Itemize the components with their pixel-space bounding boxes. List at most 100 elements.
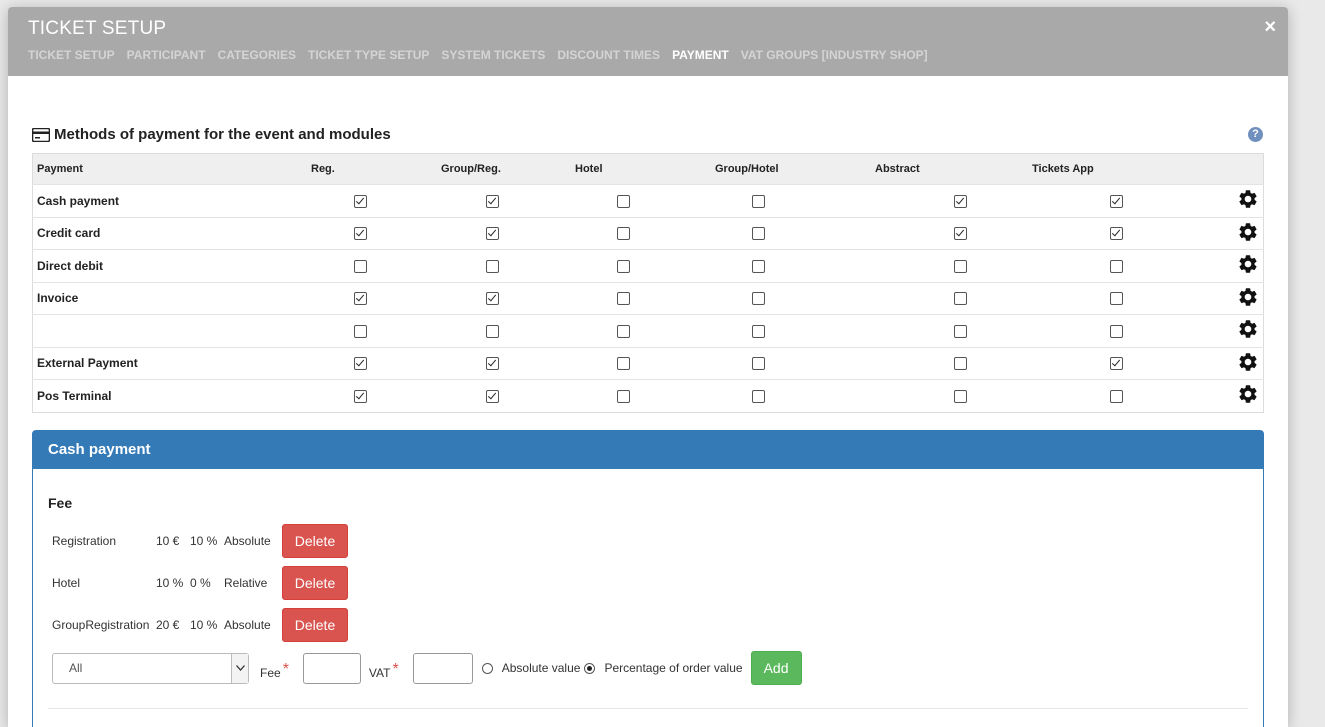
fee-heading: Fee [48, 495, 73, 511]
checkbox-tickets-app[interactable] [1110, 227, 1123, 241]
payment-method-name: Direct debit [32, 249, 311, 282]
tab-system-tickets[interactable]: SYSTEM TICKETS [441, 48, 545, 62]
fee-input[interactable] [302, 652, 361, 684]
checkbox-reg[interactable] [354, 292, 367, 306]
checkbox-cell [441, 281, 575, 315]
checkbox-tickets-app[interactable] [1110, 292, 1123, 306]
checkbox-abstract[interactable] [954, 357, 967, 371]
column-header: Abstract [875, 153, 1032, 185]
checkbox-tickets-app[interactable] [1110, 389, 1123, 403]
checkbox-abstract[interactable] [954, 227, 967, 241]
checkbox-cell [875, 281, 1032, 315]
gear-icon[interactable] [1237, 221, 1259, 246]
checkbox-hotel[interactable] [617, 227, 630, 241]
tab-ticket-setup[interactable]: TICKET SETUP [28, 48, 115, 62]
column-header-actions [1190, 153, 1264, 185]
checkbox-reg[interactable] [354, 389, 367, 403]
checkbox-tickets-app[interactable] [1110, 259, 1123, 273]
checkbox-group-reg[interactable] [486, 324, 499, 338]
checkbox-abstract[interactable] [954, 389, 967, 403]
tab-ticket-type-setup[interactable]: TICKET TYPE SETUP [308, 48, 429, 62]
checkbox-group-hotel[interactable] [752, 227, 765, 241]
checkbox-cell [311, 249, 441, 282]
checkbox-reg[interactable] [354, 194, 367, 208]
tab-categories[interactable]: CATEGORIES [218, 48, 296, 62]
checkbox-cell [311, 216, 441, 250]
checkbox-group-reg[interactable] [486, 194, 499, 208]
checkbox-tickets-app[interactable] [1110, 324, 1123, 338]
add-fee-button[interactable]: Add [750, 651, 802, 685]
checkbox-group-reg[interactable] [486, 389, 499, 403]
checkbox-group-hotel[interactable] [752, 292, 765, 306]
vat-input[interactable] [412, 652, 473, 684]
checkbox-hotel[interactable] [617, 389, 630, 403]
tab-bar: TICKET SETUP PARTICIPANT CATEGORIES TICKET … [28, 48, 940, 62]
fee-value: 10 € [156, 534, 180, 548]
settings-cell [1190, 379, 1264, 412]
checkbox-reg[interactable] [354, 324, 367, 338]
checkbox-group-hotel[interactable] [752, 357, 765, 371]
checkbox-cell [715, 314, 875, 347]
checkbox-cell [715, 346, 875, 380]
checkbox-hotel[interactable] [617, 194, 630, 208]
checkbox-group-reg[interactable] [486, 227, 499, 241]
checkbox-cell [441, 216, 575, 250]
checkbox-tickets-app[interactable] [1110, 357, 1123, 371]
checkbox-abstract[interactable] [954, 324, 967, 338]
checkbox-cell [715, 379, 875, 412]
checkbox-group-hotel[interactable] [752, 389, 765, 403]
help-icon[interactable]: ? [1248, 127, 1263, 142]
tab-participant[interactable]: PARTICIPANT [127, 48, 206, 62]
checkbox-group-hotel[interactable] [752, 324, 765, 338]
checkbox-reg[interactable] [354, 357, 367, 371]
checkbox-reg[interactable] [354, 227, 367, 241]
checkbox-cell [875, 314, 1032, 347]
checkbox-hotel[interactable] [617, 259, 630, 273]
gear-icon[interactable] [1237, 253, 1259, 278]
checkbox-cell [441, 249, 575, 282]
gear-icon[interactable] [1237, 383, 1259, 408]
checkbox-group-hotel[interactable] [752, 259, 765, 273]
checkbox-cell [715, 249, 875, 282]
fee-type: Hotel [52, 576, 81, 590]
checkbox-reg[interactable] [354, 259, 367, 273]
checkbox-abstract[interactable] [954, 194, 967, 208]
checkbox-abstract[interactable] [954, 292, 967, 306]
checkbox-cell [575, 249, 715, 282]
gear-icon[interactable] [1237, 188, 1259, 213]
settings-cell [1190, 249, 1264, 282]
methods-title: Methods of payment for the event and mod… [32, 126, 391, 143]
absolute-value-radio[interactable] [481, 662, 493, 674]
checkbox-hotel[interactable] [617, 324, 630, 338]
checkbox-abstract[interactable] [954, 259, 967, 273]
fee-mode: Absolute [224, 534, 271, 548]
checkbox-cell [311, 281, 441, 315]
checkbox-hotel[interactable] [617, 292, 630, 306]
close-button[interactable]: × [1264, 16, 1276, 39]
tab-vat-groups-industry-shop[interactable]: VAT GROUPS [INDUSTRY SHOP] [741, 48, 928, 62]
settings-cell [1190, 184, 1264, 217]
gear-icon[interactable] [1237, 351, 1259, 376]
checkbox-cell [1032, 184, 1190, 217]
gear-icon[interactable] [1237, 286, 1259, 311]
vat-value: 0 % [190, 576, 211, 590]
delete-fee-button[interactable]: Delete [282, 608, 348, 642]
checkbox-cell [875, 346, 1032, 380]
gear-icon[interactable] [1237, 318, 1259, 343]
delete-fee-button[interactable]: Delete [282, 524, 348, 558]
checkbox-group-hotel[interactable] [752, 194, 765, 208]
table-row: Credit card [32, 216, 1264, 250]
checkbox-group-reg[interactable] [486, 259, 499, 273]
fee-type-select-value: All [69, 661, 83, 675]
table-row: Direct debit [32, 249, 1264, 282]
percentage-value-radio[interactable] [584, 662, 596, 674]
checkbox-cell [311, 184, 441, 217]
tab-discount-times[interactable]: DISCOUNT TIMES [557, 48, 660, 62]
checkbox-hotel[interactable] [617, 357, 630, 371]
checkbox-group-reg[interactable] [486, 357, 499, 371]
delete-fee-button[interactable]: Delete [282, 566, 348, 600]
fee-type-select[interactable]: All [52, 652, 249, 684]
checkbox-group-reg[interactable] [486, 292, 499, 306]
checkbox-tickets-app[interactable] [1110, 194, 1123, 208]
tab-payment[interactable]: PAYMENT [672, 48, 729, 62]
